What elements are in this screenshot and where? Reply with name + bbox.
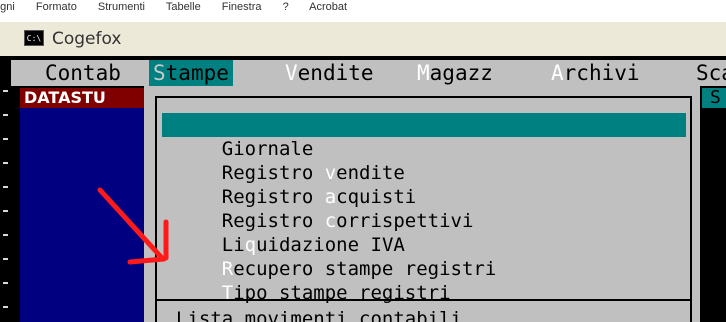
panel-datastu-label: DATASTU	[20, 88, 144, 108]
host-menu-item[interactable]: rigni	[0, 1, 15, 13]
edge-tick	[3, 138, 8, 140]
edge-tick	[3, 306, 8, 308]
menu-archivi[interactable]: Archivi	[551, 60, 640, 86]
menu-magazz[interactable]: Magazz	[417, 60, 493, 86]
edge-tick	[3, 162, 8, 164]
menu-stampe[interactable]: Stampe	[149, 60, 233, 86]
edge-tick	[3, 210, 8, 212]
edge-tick	[3, 282, 8, 284]
dropdown-item-liquidazione-iva[interactable]: Liquidazione IVA	[162, 209, 686, 256]
blue-panel	[20, 108, 144, 322]
dropdown-item-registro-corrispettivi[interactable]: Registro corrispettivi	[162, 185, 686, 232]
menu-contab[interactable]: Contab	[45, 60, 121, 86]
right-panel-chip: S	[702, 88, 726, 108]
menu-vendite[interactable]: Vendite	[285, 60, 374, 86]
left-console-edge	[0, 56, 11, 322]
dropdown-item-tipo-stampe-registri[interactable]: Tipo stampe registri	[162, 257, 686, 304]
host-menu-item[interactable]: Finestra	[222, 1, 262, 13]
main-menu-bar: Contab Stampe Vendite Magazz Archivi Sca	[11, 60, 726, 86]
edge-tick	[3, 234, 8, 236]
edge-tick	[3, 114, 8, 116]
dropdown-item-registro-vendite[interactable]: Registro vendite	[162, 137, 686, 184]
screenshot-frame: rigni Formato Strumenti Tabelle Finestra…	[0, 0, 726, 322]
dropdown-item-lista-movimenti-contabili[interactable]: Lista movimenti contabili	[176, 307, 462, 322]
window-title-bar[interactable]: C:\ Cogefox	[0, 22, 726, 57]
dropdown-item-giornale[interactable]: Giornale	[162, 113, 686, 160]
edge-tick	[3, 186, 8, 188]
edge-tick	[3, 90, 8, 92]
host-menu-item[interactable]: Strumenti	[98, 1, 145, 13]
dropdown-item-registro-acquisti[interactable]: Registro acquisti	[162, 161, 686, 208]
host-menu-item[interactable]: ?	[283, 1, 289, 13]
host-menu-bar: rigni Formato Strumenti Tabelle Finestra…	[0, 0, 726, 14]
host-menu-item[interactable]: Formato	[36, 1, 77, 13]
host-menu-item[interactable]: Tabelle	[166, 1, 201, 13]
dropdown-item-recupero-stampe-registri[interactable]: Recupero stampe registri	[162, 233, 686, 280]
console-window-icon[interactable]: C:\	[24, 30, 44, 46]
window-title: Cogefox	[52, 29, 122, 49]
dropdown-separator	[155, 299, 692, 301]
host-menu-item[interactable]: Acrobat	[309, 1, 347, 13]
edge-tick	[3, 258, 8, 260]
menu-sca[interactable]: Sca	[696, 60, 726, 86]
